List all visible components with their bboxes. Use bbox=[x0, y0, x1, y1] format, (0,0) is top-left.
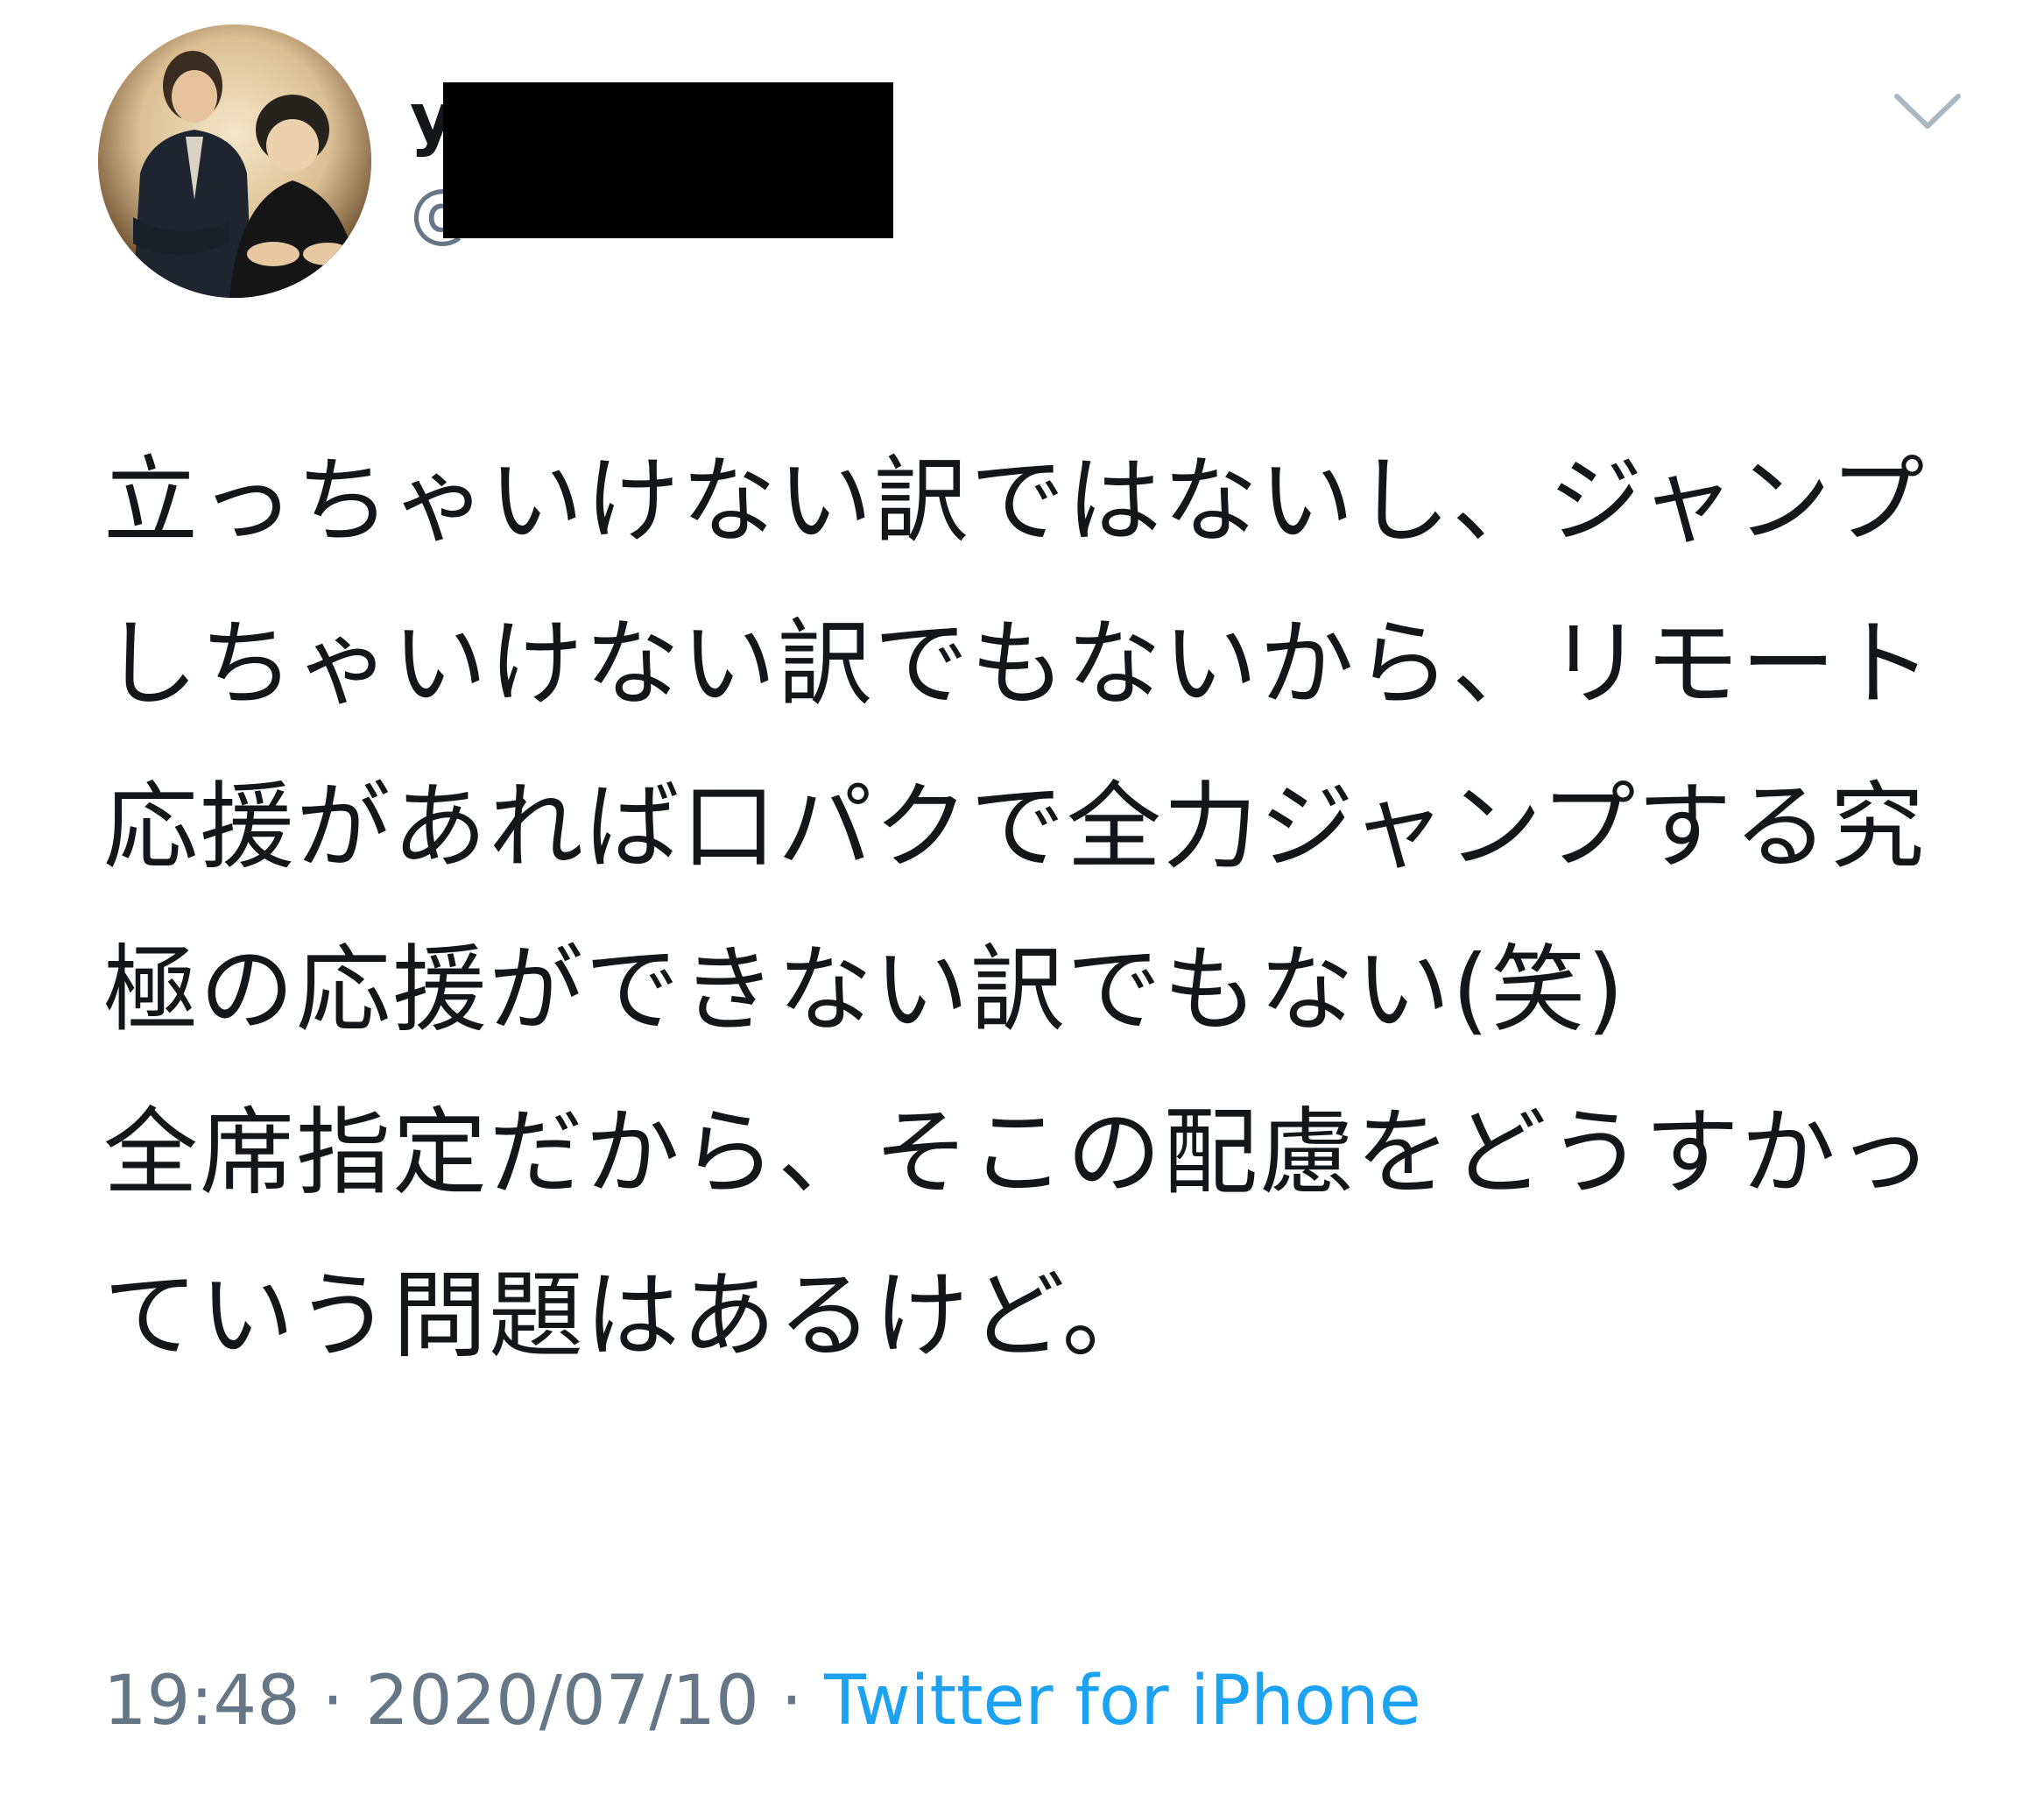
tweet-card: y @hi 立っちゃいけない訳ではないし、ジャンプしちゃいけない訳でもないから、… bbox=[0, 0, 2044, 1794]
chevron-down-icon[interactable] bbox=[1892, 84, 1963, 137]
tweet-time[interactable]: 19:48 bbox=[103, 1662, 300, 1741]
tweet-meta: 19:48 · 2020/07/10 · Twitter for iPhone bbox=[103, 1659, 1421, 1743]
meta-separator: · bbox=[758, 1662, 825, 1741]
tweet-text: 立っちゃいけない訳ではないし、ジャンプしちゃいけない訳でもないから、リモート応援… bbox=[103, 447, 1935, 1371]
tweet-date[interactable]: 2020/07/10 bbox=[365, 1662, 759, 1741]
avatar[interactable] bbox=[98, 25, 371, 298]
redaction-block bbox=[443, 82, 893, 238]
avatar-photo bbox=[98, 25, 371, 298]
tweet-source-link[interactable]: Twitter for iPhone bbox=[824, 1662, 1421, 1741]
meta-separator: · bbox=[300, 1662, 366, 1741]
